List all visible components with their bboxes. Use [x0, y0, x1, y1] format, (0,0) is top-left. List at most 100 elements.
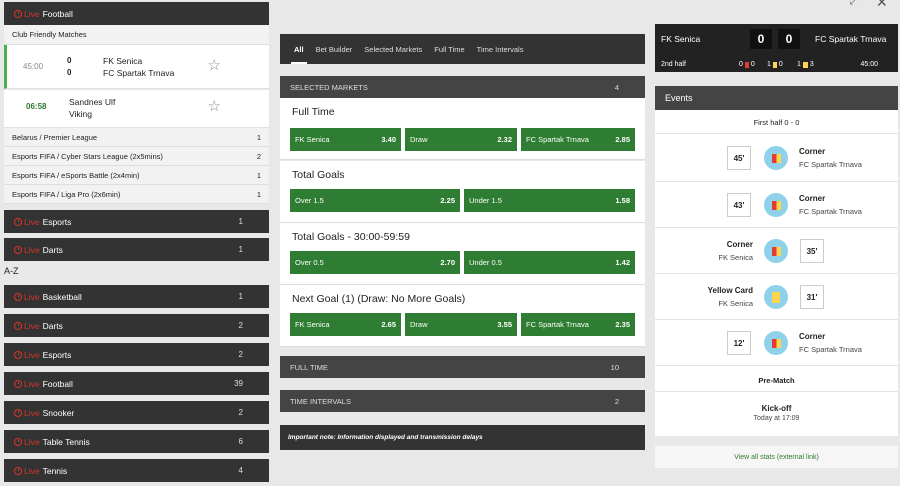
az-sport-darts[interactable]: Live Darts 2 — [4, 314, 269, 337]
live-label: Live — [24, 244, 40, 255]
yellow-card-stat: 10 — [767, 61, 783, 68]
odds-price: 2.85 — [615, 135, 630, 144]
sport-count: 39 — [234, 379, 243, 388]
sport-count: 1 — [238, 292, 243, 301]
odds-label: FK Senica — [295, 320, 330, 329]
live-sport-football-header[interactable]: Live Football — [4, 2, 269, 25]
tab-all[interactable]: All — [291, 45, 307, 64]
event-type: Corner — [799, 147, 826, 156]
match-time: 45:00 — [23, 62, 44, 71]
az-sport-football[interactable]: Live Football 39 — [4, 372, 269, 395]
league-row[interactable]: Belarus / Premier League 1 — [4, 128, 269, 147]
match-row[interactable]: 45:00 0 0 FK Senica FC Spartak Trnava ☆ — [4, 45, 269, 89]
odds-button[interactable]: FC Spartak Trnava 2.85 — [521, 128, 635, 151]
clock-icon — [14, 437, 22, 446]
live-sports-sidebar: Live Football Club Friendly Matches 45:0… — [0, 0, 270, 486]
live-sport-darts[interactable]: Live Darts 1 — [4, 238, 269, 261]
sport-name: Basketball — [42, 291, 82, 302]
odds-button[interactable]: Draw 2.32 — [405, 128, 517, 151]
sport-count: 1 — [238, 217, 243, 226]
sport-name: Table Tennis — [42, 436, 90, 447]
tab-selected-markets[interactable]: Selected Markets — [364, 45, 422, 54]
tab-time-intervals[interactable]: Time Intervals — [477, 45, 524, 54]
kickoff-time: Today at 17:09 — [753, 415, 800, 422]
league-name: Esports FIFA / Cyber Stars League (2x5mi… — [12, 151, 163, 161]
live-indicator: Live — [14, 321, 40, 331]
odds-button[interactable]: Under 0.5 1.42 — [464, 251, 635, 274]
sport-count: 2 — [238, 408, 243, 417]
odds-price: 3.40 — [381, 135, 396, 144]
az-sport-table-tennis[interactable]: Live Table Tennis 6 — [4, 430, 269, 453]
clock-icon — [14, 217, 22, 226]
odds-label: Draw — [410, 320, 428, 329]
match-row[interactable]: 06:58 Sandnes Ulf Viking ☆ — [4, 90, 269, 128]
az-sport-snooker[interactable]: Live Snooker 2 — [4, 401, 269, 424]
odds-button[interactable]: Over 0.5 2.70 — [290, 251, 460, 274]
view-all-stats-link[interactable]: View all stats (external link) — [655, 446, 898, 468]
odds-button[interactable]: FK Senica 2.65 — [290, 313, 401, 336]
odds-button[interactable]: FC Spartak Trnava 2.35 — [521, 313, 635, 336]
event-team: FK Senica — [718, 299, 753, 308]
time-intervals-header[interactable]: TIME INTERVALS 2 — [280, 390, 645, 412]
league-row[interactable]: Esports FIFA / Cyber Stars League (2x5mi… — [4, 147, 269, 166]
sport-count: 2 — [238, 350, 243, 359]
league-count: 2 — [256, 151, 261, 161]
period-label: First half 0 - 0 — [655, 110, 898, 134]
home-team: Sandnes Ulf — [69, 97, 116, 107]
league-row[interactable]: Esports FIFA / eSports Battle (2x4min) 1 — [4, 166, 269, 185]
period-label-text: First half 0 - 0 — [753, 118, 800, 127]
odds-button[interactable]: Draw 3.55 — [405, 313, 517, 336]
odds-label: FC Spartak Trnava — [526, 135, 589, 144]
expand-icon[interactable]: ⤢ — [850, 0, 858, 7]
event-team: FC Spartak Trnava — [799, 160, 862, 169]
selected-markets-header[interactable]: SELECTED MARKETS 4 — [280, 76, 645, 98]
odds-button[interactable]: Over 1.5 2.25 — [290, 189, 460, 212]
live-indicator: Live — [14, 9, 40, 19]
az-sport-basketball[interactable]: Live Basketball 1 — [4, 285, 269, 308]
red-card-stat: 00 — [739, 61, 755, 68]
clock-icon — [14, 466, 22, 475]
favourite-star-icon[interactable]: ☆ — [208, 56, 221, 74]
corner-flag-icon — [764, 331, 788, 355]
event-row: 43' Corner FC Spartak Trnava — [655, 182, 898, 228]
odds-price: 1.58 — [615, 196, 630, 205]
clock-icon — [14, 350, 22, 359]
odds-label: Under 1.5 — [469, 196, 502, 205]
away-team: FC Spartak Trnava — [815, 34, 887, 44]
tab-bet-builder[interactable]: Bet Builder — [316, 45, 353, 54]
live-label: Live — [24, 465, 40, 476]
az-sport-esports[interactable]: Live Esports 2 — [4, 343, 269, 366]
away-score: 0 — [778, 29, 800, 49]
sport-name: Esports — [42, 216, 72, 227]
market-total-goals-interval: Total Goals - 30:00-59:59 Over 0.5 2.70 U… — [280, 223, 645, 285]
tab-full-time[interactable]: Full Time — [434, 45, 464, 54]
az-sport-tennis[interactable]: Live Tennis 4 — [4, 459, 269, 482]
odds-label: FC Spartak Trnava — [526, 320, 589, 329]
live-indicator: Live — [14, 350, 40, 360]
clock-icon — [14, 292, 22, 301]
event-type: Corner — [799, 332, 826, 341]
home-team: FK Senica — [103, 56, 143, 66]
close-icon[interactable]: ✕ — [876, 0, 888, 11]
league-count: 1 — [256, 170, 261, 180]
clock-icon — [14, 321, 22, 330]
sport-count: 6 — [238, 437, 243, 446]
corner-flag-icon — [764, 146, 788, 170]
favourite-star-icon[interactable]: ☆ — [208, 97, 221, 115]
event-minute: 35' — [800, 239, 824, 263]
live-sport-esports[interactable]: Live Esports 1 — [4, 210, 269, 233]
full-time-header[interactable]: FULL TIME 10 — [280, 356, 645, 378]
sport-name: Darts — [42, 320, 63, 331]
events-list: First half 0 - 0 45' Corner FC Spartak T… — [655, 110, 898, 436]
league-row[interactable]: Esports FIFA / Liga Pro (2x6min) 1 — [4, 185, 269, 204]
section-label: TIME INTERVALS — [290, 396, 351, 406]
section-count: 10 — [610, 362, 619, 372]
odds-button[interactable]: Under 1.5 1.58 — [464, 189, 635, 212]
home-score: 0 — [67, 56, 72, 65]
important-note: Important note: Information displayed an… — [280, 425, 645, 450]
odds-button[interactable]: FK Senica 3.40 — [290, 128, 401, 151]
market-title: Next Goal (1) (Draw: No More Goals) — [292, 293, 466, 305]
market-total-goals: Total Goals Over 1.5 2.25 Under 1.5 1.58 — [280, 161, 645, 223]
market-tabs: All Bet Builder Selected Markets Full Ti… — [280, 34, 645, 64]
group-header: Club Friendly Matches — [4, 25, 269, 45]
